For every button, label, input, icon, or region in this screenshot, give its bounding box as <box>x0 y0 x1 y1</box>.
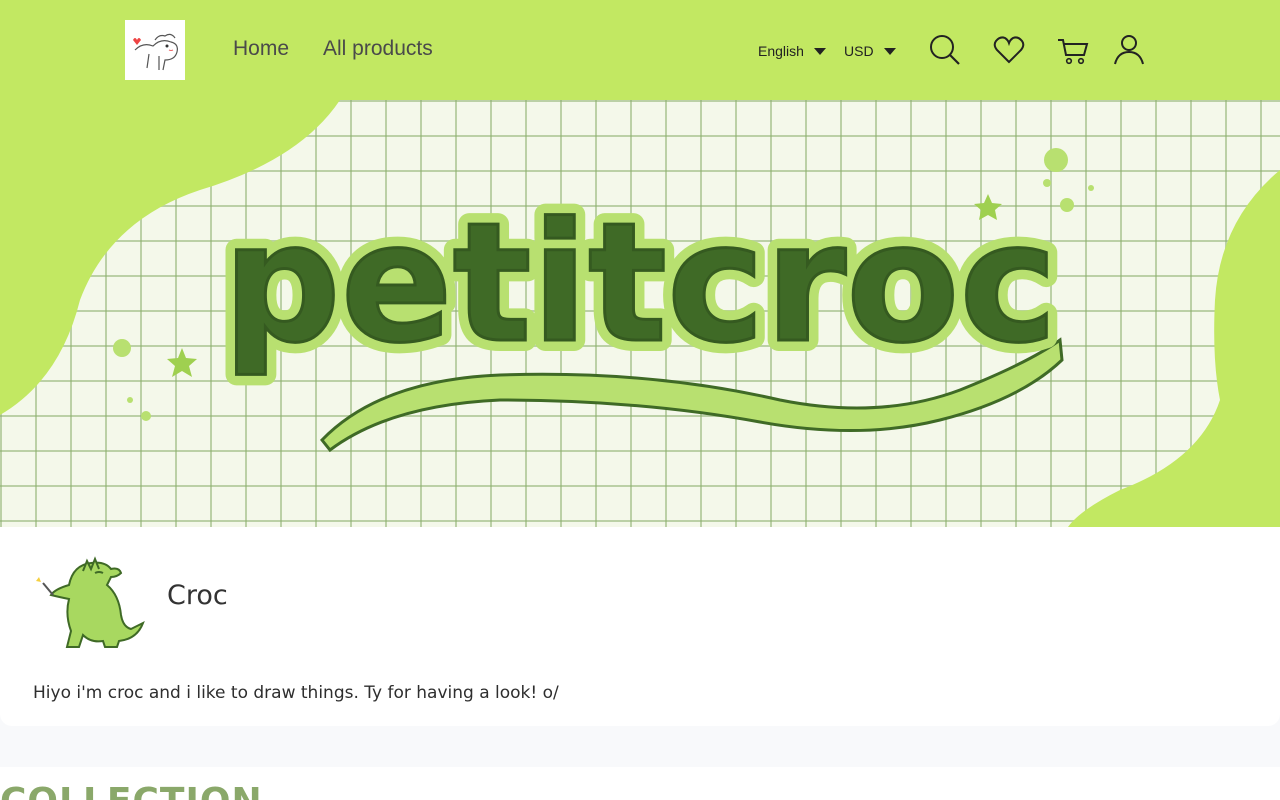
nav-all-products-link[interactable]: All products <box>323 37 433 61</box>
star-icon <box>167 348 197 377</box>
nav-home-link[interactable]: Home <box>233 37 289 61</box>
currency-selected: USD <box>844 43 874 59</box>
language-selector[interactable]: English <box>758 41 826 61</box>
banner-logo-text: petitcroc <box>223 187 1058 379</box>
site-header: Home All products English USD <box>0 0 1280 100</box>
currency-selector[interactable]: USD <box>844 41 896 61</box>
shop-profile-card: Croc Hiyo i'm croc and i like to draw th… <box>0 527 1280 726</box>
croc-sketch-logo-icon <box>125 20 185 80</box>
banner-artwork: petitcroc petitcroc <box>0 100 1280 527</box>
collection-title: COLLECTION <box>0 781 263 800</box>
language-selected: English <box>758 43 804 59</box>
cart-icon[interactable] <box>1056 33 1090 67</box>
chevron-down-icon <box>813 47 826 55</box>
user-icon[interactable] <box>1112 33 1146 67</box>
shop-logo[interactable] <box>125 20 185 80</box>
search-icon[interactable] <box>928 33 962 67</box>
collection-section: COLLECTION <box>0 767 1280 800</box>
croc-mascot-avatar-icon <box>33 555 145 650</box>
heart-icon[interactable] <box>992 33 1026 67</box>
shop-bio: Hiyo i'm croc and i like to draw things.… <box>33 683 559 703</box>
chevron-down-icon <box>883 47 896 55</box>
shop-name: Croc <box>167 580 228 611</box>
banner-blob-right <box>1068 170 1280 527</box>
shop-banner: petitcroc petitcroc <box>0 100 1280 527</box>
